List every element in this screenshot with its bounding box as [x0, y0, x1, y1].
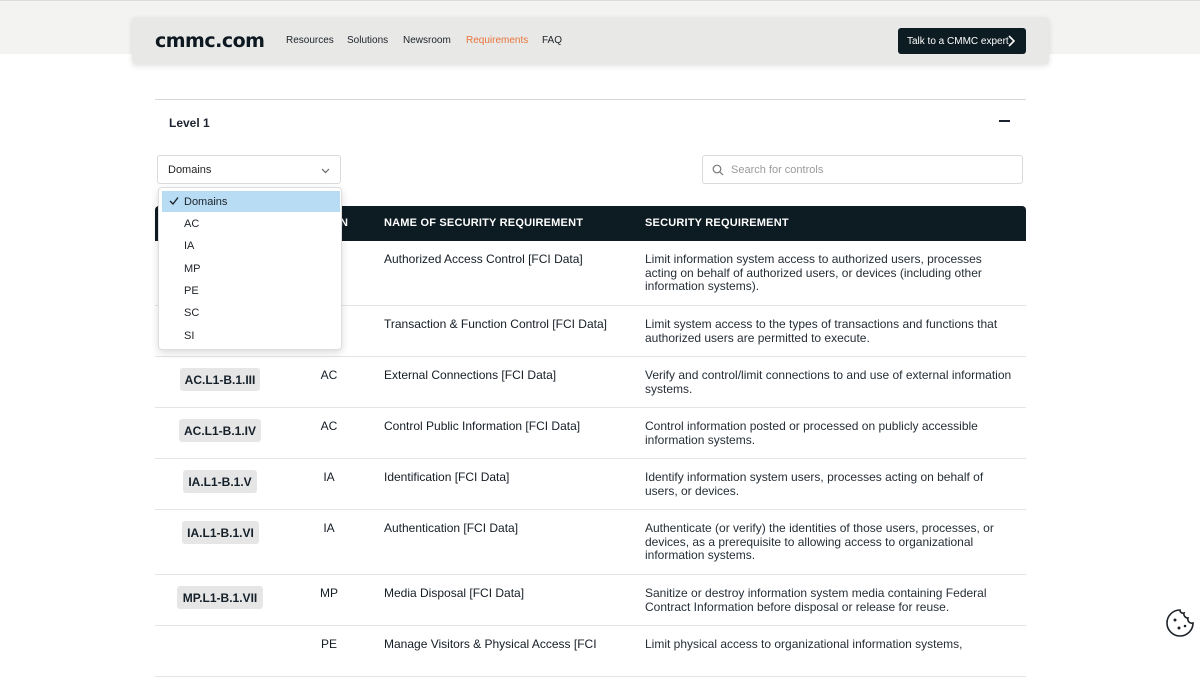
requirement-name: Transaction & Function Control [FCI Data…: [384, 317, 607, 331]
domains-select[interactable]: Domains: [157, 155, 341, 184]
table-row: AC.L1-B.1.III AC External Connections [F…: [155, 357, 1026, 408]
requirement-name: External Connections [FCI Data]: [384, 368, 557, 382]
cookie-icon[interactable]: [1165, 608, 1195, 638]
nav-link-faq[interactable]: FAQ: [542, 35, 562, 46]
level-accordion-header[interactable]: Level 1: [155, 99, 1026, 144]
domain-code: AC: [320, 368, 338, 382]
table-row: IA.L1-B.1.VI IA Authentication [FCI Data…: [155, 510, 1026, 575]
requirement-text: Sanitize or destroy information system m…: [645, 586, 987, 614]
dropdown-option-ia[interactable]: IA: [162, 235, 340, 256]
dropdown-option-pe[interactable]: PE: [162, 280, 340, 301]
dropdown-option-domains[interactable]: Domains: [162, 191, 340, 212]
nav-link-solutions[interactable]: Solutions: [347, 35, 388, 46]
control-id-badge: MP.L1-B.1.VII: [177, 586, 263, 609]
chevron-down-icon: [321, 168, 330, 174]
domains-dropdown-menu: Domains AC IA MP PE SC SI: [158, 187, 342, 350]
requirement-text: Identify information system users, proce…: [645, 470, 984, 498]
site-logo[interactable]: cmmc.com: [155, 30, 265, 52]
requirement-text: Control information posted or processed …: [645, 419, 978, 447]
domain-code: AC: [320, 419, 338, 433]
nav-link-newsroom[interactable]: Newsroom: [403, 35, 451, 46]
control-id-badge: IA.L1-B.1.VI: [182, 521, 259, 544]
requirement-text: Verify and control/limit connections to …: [645, 368, 1012, 396]
control-id-badge: IA.L1-B.1.V: [183, 470, 257, 493]
domains-select-value: Domains: [168, 164, 212, 176]
chevron-right-icon: [1008, 35, 1015, 47]
controls-search[interactable]: [702, 155, 1023, 184]
dropdown-option-ac[interactable]: AC: [162, 213, 340, 234]
requirement-text: Limit system access to the types of tran…: [645, 317, 998, 345]
control-id-badge: AC.L1-B.1.III: [180, 368, 260, 391]
domain-code: MP: [320, 586, 338, 600]
table-row: MP.L1-B.1.VII MP Media Disposal [FCI Dat…: [155, 575, 1026, 626]
requirement-name: Control Public Information [FCI Data]: [384, 419, 581, 433]
nav-link-resources[interactable]: Resources: [286, 35, 334, 46]
column-header-requirement: SECURITY REQUIREMENT: [645, 217, 789, 229]
domain-code: IA: [323, 521, 335, 535]
domain-code: PE: [320, 637, 337, 651]
requirement-name: Media Disposal [FCI Data]: [384, 586, 525, 600]
table-row: PE Manage Visitors & Physical Access [FC…: [155, 626, 1026, 677]
dropdown-option-si[interactable]: SI: [162, 325, 340, 346]
requirement-name: Authorized Access Control [FCI Data]: [384, 252, 583, 266]
dropdown-option-sc[interactable]: SC: [162, 302, 340, 323]
requirement-text: Limit physical access to organizational …: [645, 637, 963, 651]
requirement-name: Manage Visitors & Physical Access [FCI: [384, 637, 597, 651]
search-input[interactable]: [731, 162, 1011, 178]
dropdown-option-label: Domains: [184, 196, 228, 208]
accordion-title: Level 1: [169, 116, 210, 130]
domain-code: IA: [323, 470, 335, 484]
column-header-name: NAME OF SECURITY REQUIREMENT: [384, 217, 584, 229]
search-icon: [712, 164, 724, 176]
requirement-name: Authentication [FCI Data]: [384, 521, 519, 535]
requirement-text: Authenticate (or verify) the identities …: [645, 521, 994, 562]
nav-link-requirements[interactable]: Requirements: [466, 35, 528, 46]
requirement-text: Limit information system access to autho…: [645, 252, 982, 293]
control-id-badge: AC.L1-B.1.IV: [179, 419, 261, 442]
top-navbar: cmmc.com Resources Solutions Newsroom Re…: [132, 17, 1049, 64]
talk-to-expert-button[interactable]: Talk to a CMMC expert: [898, 28, 1026, 54]
talk-to-expert-label: Talk to a CMMC expert: [907, 36, 1009, 47]
checkmark-icon: [169, 197, 179, 206]
table-row: AC.L1-B.1.IV AC Control Public Informati…: [155, 408, 1026, 459]
collapse-minus-icon[interactable]: [999, 120, 1010, 122]
table-row: IA.L1-B.1.V IA Identification [FCI Data]…: [155, 459, 1026, 510]
requirement-name: Identification [FCI Data]: [384, 470, 510, 484]
dropdown-option-mp[interactable]: MP: [162, 258, 340, 279]
